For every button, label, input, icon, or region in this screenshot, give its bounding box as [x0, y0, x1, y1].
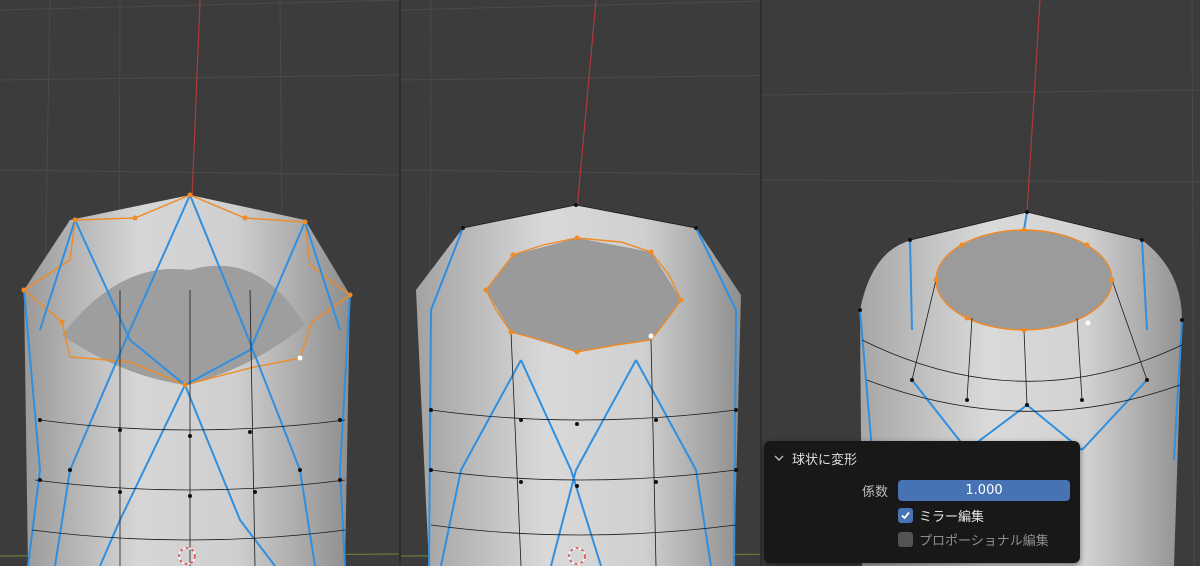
z-axis-line: [1026, 0, 1041, 213]
proportional-edit-checkbox[interactable]: プロポーショナル編集: [898, 530, 1049, 549]
factor-value: 1.000: [965, 482, 1003, 498]
factor-label: 係数: [861, 484, 888, 500]
operator-title: 球状に変形: [792, 452, 858, 468]
mesh-canvas[interactable]: [0, 0, 400, 566]
operator-panel-header[interactable]: 球状に変形: [772, 447, 857, 469]
checkbox-unchecked-icon[interactable]: [898, 531, 913, 547]
proportional-edit-label: プロポーショナル編集: [919, 533, 1049, 549]
mirror-edit-checkbox[interactable]: ミラー編集: [898, 506, 984, 525]
checkbox-checked-icon[interactable]: [898, 507, 913, 523]
factor-slider[interactable]: 1.000: [898, 479, 1070, 501]
active-vertex: [1085, 320, 1091, 326]
mesh-canvas[interactable]: [401, 0, 801, 566]
chevron-down-icon[interactable]: [772, 451, 786, 465]
active-vertex: [297, 355, 303, 361]
z-axis-line: [576, 0, 597, 211]
factor-row: 係数 1.000: [764, 479, 1080, 501]
z-axis-line: [191, 0, 201, 201]
proportional-edit-row: プロポーショナル編集: [764, 528, 1080, 550]
mirror-edit-row: ミラー編集: [764, 504, 1080, 526]
viewport-before[interactable]: [0, 0, 400, 566]
mirror-edit-label: ミラー編集: [919, 509, 985, 525]
active-vertex: [648, 333, 654, 339]
operator-panel: 球状に変形 係数 1.000 ミラー編集 プロポーショナル編集: [764, 441, 1080, 563]
viewport-partial[interactable]: [401, 0, 801, 566]
